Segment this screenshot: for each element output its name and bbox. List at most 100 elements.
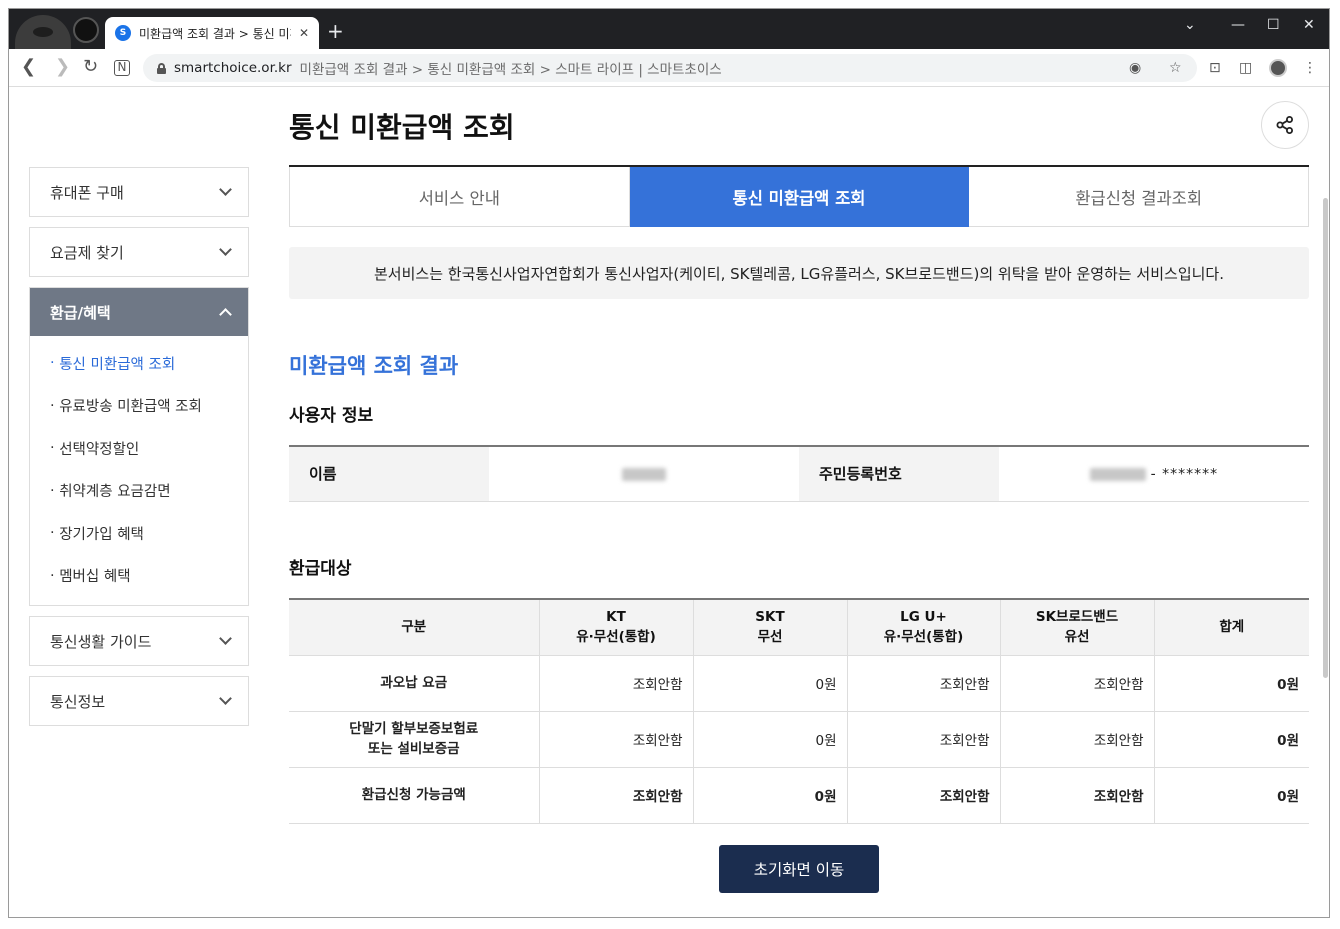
sidebar-subitem-vulnerable-discount[interactable]: · 취약계층 요금감면 xyxy=(30,470,248,513)
table-cell-total: 0원 xyxy=(1154,655,1309,712)
tab-search-icon[interactable]: ⌄ xyxy=(1184,17,1196,33)
service-notice: 본서비스는 한국통신사업자연합회가 통신사업자(케이티, SK텔레콤, LG유플… xyxy=(289,247,1309,299)
chevron-down-icon xyxy=(219,243,232,256)
col-header-skb: SK브로드밴드 유선 xyxy=(1000,599,1155,656)
table-cell: 0원 xyxy=(693,767,848,824)
chevron-down-icon xyxy=(219,183,232,196)
col-header-category: 구분 xyxy=(289,599,540,656)
site-favicon-icon: S xyxy=(115,25,131,41)
url-path: 미환급액 조회 결과 > 통신 미환급액 조회 > 스마트 라이프 | 스마트초… xyxy=(299,62,722,78)
page-title: 통신 미환급액 조회 xyxy=(289,111,515,144)
browser-tab-active[interactable]: S 미환급액 조회 결과 > 통신 미환 ✕ xyxy=(105,17,319,49)
bookmark-star-icon[interactable]: ☆ xyxy=(1169,60,1182,76)
tracking-protection-icon[interactable]: ◉ xyxy=(1129,60,1141,76)
page-viewport: 휴대폰 구매 요금제 찾기 환급/혜택 · 통신 미환급액 조회 · 유료방송 … xyxy=(9,88,1329,917)
sidebar-group-refund-benefit: 환급/혜택 · 통신 미환급액 조회 · 유료방송 미환급액 조회 · 선택약정… xyxy=(29,287,249,606)
avatar[interactable] xyxy=(1269,59,1287,77)
rrn-value: - ******* xyxy=(999,446,1309,502)
table-cell: 조회안함 xyxy=(847,767,1001,824)
address-bar[interactable]: smartchoice.or.kr 미환급액 조회 결과 > 통신 미환급액 조… xyxy=(143,54,1197,82)
tab-refund-lookup[interactable]: 통신 미환급액 조회 xyxy=(629,167,970,227)
col-header-lgu: LG U+ 유·무선(통합) xyxy=(847,599,1001,656)
sidebar-submenu: · 통신 미환급액 조회 · 유료방송 미환급액 조회 · 선택약정할인 · 취… xyxy=(30,336,248,605)
col-header-skt: SKT 무선 xyxy=(693,599,848,656)
lock-icon[interactable] xyxy=(157,62,166,74)
table-cell: 조회안함 xyxy=(539,711,694,768)
tab-title: 미환급액 조회 결과 > 통신 미환 xyxy=(139,26,291,41)
table-cell: 조회안함 xyxy=(1000,655,1155,712)
table-cell: 조회안함 xyxy=(539,655,694,712)
tab-refund-result[interactable]: 환급신청 결과조회 xyxy=(969,167,1310,227)
close-window-icon[interactable]: ✕ xyxy=(1303,17,1315,33)
screenshot-icon[interactable]: ⊡ xyxy=(1209,60,1221,76)
sidebar-item-telecom-info[interactable]: 통신정보 xyxy=(30,677,248,725)
table-row: 이름 주민등록번호 - ******* xyxy=(289,446,1309,502)
sidebar-item-label: 휴대폰 구매 xyxy=(50,183,124,202)
sidebar-subitem-paytv-refund[interactable]: · 유료방송 미환급액 조회 xyxy=(30,385,248,428)
sidebar-subitem-membership-benefit[interactable]: · 멤버십 혜택 xyxy=(30,555,248,598)
browser-window: S 미환급액 조회 결과 > 통신 미환 ✕ + ⌄ — ☐ ✕ ❮ ❯ ↻ N… xyxy=(8,8,1330,918)
share-button[interactable] xyxy=(1261,101,1309,149)
table-cell: 조회안함 xyxy=(847,711,1001,768)
sidebar-group-telecom-guide: 통신생활 가이드 xyxy=(29,616,249,666)
row-header: 환급신청 가능금액 xyxy=(289,767,540,824)
tab-service-guide[interactable]: 서비스 안내 xyxy=(289,167,630,227)
table-header-row: 구분 KT 유·무선(통합) SKT 무선 LG U+ 유·무선(통합) SK브로드밴… xyxy=(289,599,1309,656)
url-domain: smartchoice.or.kr xyxy=(174,60,292,76)
profile-tab-icon[interactable] xyxy=(15,15,71,49)
table-cell: 조회안함 xyxy=(539,767,694,824)
name-value xyxy=(489,446,799,502)
pinned-tab-icon[interactable] xyxy=(73,17,99,43)
maximize-icon[interactable]: ☐ xyxy=(1267,17,1280,33)
go-home-button[interactable]: 초기화면 이동 xyxy=(719,845,879,893)
sidebar-group-phone-purchase: 휴대폰 구매 xyxy=(29,167,249,217)
side-panel-icon[interactable]: ◫ xyxy=(1239,60,1252,76)
sidebar-item-label: 환급/혜택 xyxy=(50,303,111,322)
new-tab-icon[interactable]: + xyxy=(327,21,344,41)
minimize-icon[interactable]: — xyxy=(1231,17,1245,33)
sidebar-subitem-long-term-benefit[interactable]: · 장기가입 혜택 xyxy=(30,512,248,555)
table-row: 단말기 할부보증보험료 또는 설비보증금 조회안함 0원 조회안함 조회안함 0원 xyxy=(289,711,1309,768)
table-cell: 0원 xyxy=(693,711,848,768)
chevron-up-icon xyxy=(219,308,232,321)
reload-icon[interactable]: ↻ xyxy=(83,58,98,76)
redacted-name xyxy=(622,467,666,481)
sidebar-item-label: 통신생활 가이드 xyxy=(50,632,152,651)
chevron-down-icon xyxy=(219,632,232,645)
sidebar-subitem-selective-discount[interactable]: · 선택약정할인 xyxy=(30,427,248,470)
sidebar-item-telecom-guide[interactable]: 통신생활 가이드 xyxy=(30,617,248,665)
sidebar-subitem-telecom-refund[interactable]: · 통신 미환급액 조회 xyxy=(30,342,248,385)
col-header-total: 합계 xyxy=(1154,599,1309,656)
row-header: 단말기 할부보증보험료 또는 설비보증금 xyxy=(289,711,540,768)
user-info-table: 이름 주민등록번호 - ******* xyxy=(289,445,1309,502)
share-icon xyxy=(1276,116,1293,134)
reader-mode-icon[interactable]: N xyxy=(114,60,130,76)
row-header: 과오납 요금 xyxy=(289,655,540,712)
sidebar-group-telecom-info: 통신정보 xyxy=(29,676,249,726)
chevron-down-icon xyxy=(219,692,232,705)
table-row: 환급신청 가능금액 조회안함 0원 조회안함 조회안함 0원 xyxy=(289,767,1309,824)
redacted-rrn xyxy=(1089,467,1146,481)
tab-strip: S 미환급액 조회 결과 > 통신 미환 ✕ + ⌄ — ☐ ✕ xyxy=(9,9,1329,49)
tab-close-icon[interactable]: ✕ xyxy=(299,26,309,40)
rrn-label: 주민등록번호 xyxy=(799,446,999,502)
browser-toolbar: ❮ ❯ ↻ N smartchoice.or.kr 미환급액 조회 결과 > 통… xyxy=(9,49,1329,87)
content-tabs: 서비스 안내 통신 미환급액 조회 환급신청 결과조회 xyxy=(289,165,1310,227)
sidebar-item-refund-benefit[interactable]: 환급/혜택 xyxy=(30,288,248,336)
back-arrow-icon[interactable]: ❮ xyxy=(21,58,36,76)
table-cell: 조회안함 xyxy=(1000,711,1155,768)
sidebar-nav: 휴대폰 구매 요금제 찾기 환급/혜택 · 통신 미환급액 조회 · 유료방송 … xyxy=(29,167,249,736)
table-cell: 조회안함 xyxy=(1000,767,1155,824)
table-row: 과오납 요금 조회안함 0원 조회안함 조회안함 0원 xyxy=(289,655,1309,712)
sidebar-item-phone-purchase[interactable]: 휴대폰 구매 xyxy=(30,168,248,216)
name-label: 이름 xyxy=(289,446,489,502)
sidebar-group-find-plan: 요금제 찾기 xyxy=(29,227,249,277)
result-section-title: 미환급액 조회 결과 xyxy=(289,354,459,378)
table-cell-total: 0원 xyxy=(1154,711,1309,768)
scrollbar-thumb[interactable] xyxy=(1323,198,1328,678)
menu-kebab-icon[interactable]: ⋮ xyxy=(1303,60,1317,76)
sidebar-item-label: 통신정보 xyxy=(50,692,106,711)
refund-table: 구분 KT 유·무선(통합) SKT 무선 LG U+ 유·무선(통합) SK브로드밴… xyxy=(289,598,1309,824)
forward-arrow-icon[interactable]: ❯ xyxy=(55,58,70,76)
sidebar-item-find-plan[interactable]: 요금제 찾기 xyxy=(30,228,248,276)
